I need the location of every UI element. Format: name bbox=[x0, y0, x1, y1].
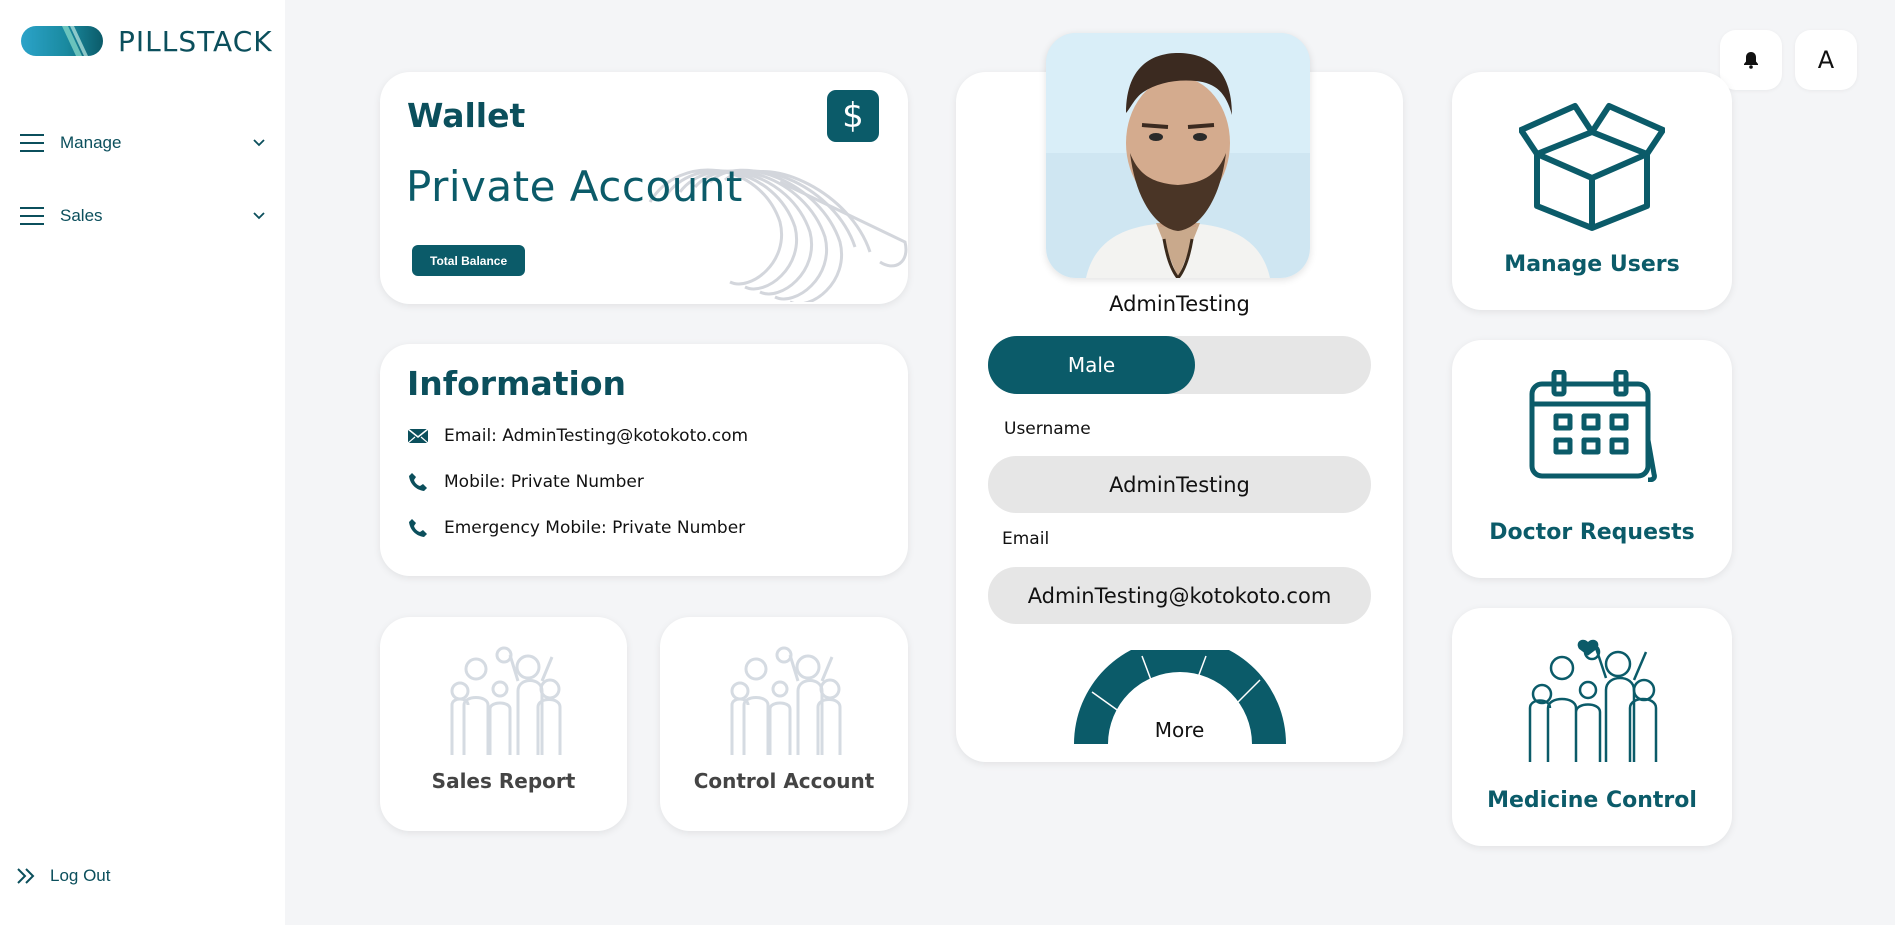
mobile-text: Mobile: Private Number bbox=[444, 472, 644, 492]
sidebar-item-label: Sales bbox=[60, 206, 103, 225]
sidebar-item-manage[interactable]: Manage bbox=[20, 125, 265, 161]
sidebar: PILLSTACK Manage Sales Log Out bbox=[0, 0, 285, 925]
gender-selected[interactable]: Male bbox=[988, 336, 1195, 394]
medicine-control-label: Medicine Control bbox=[1487, 788, 1697, 813]
sidebar-item-sales[interactable]: Sales bbox=[20, 198, 265, 234]
account-type: Private Account bbox=[406, 162, 743, 211]
email-field[interactable]: AdminTesting@kotokoto.com bbox=[988, 567, 1371, 624]
sales-report-label: Sales Report bbox=[431, 769, 576, 793]
information-card: Information Email: AdminTesting@kotokoto… bbox=[380, 344, 908, 576]
wallet-card: Wallet $ Private Account Total Balance bbox=[380, 72, 908, 304]
doctor-requests-card[interactable]: Doctor Requests bbox=[1452, 340, 1732, 578]
bell-icon bbox=[1744, 52, 1758, 69]
logout-button[interactable]: Log Out bbox=[16, 866, 111, 886]
menu-icon bbox=[20, 134, 44, 152]
doctor-requests-label: Doctor Requests bbox=[1489, 520, 1695, 545]
dollar-icon[interactable]: $ bbox=[827, 90, 879, 142]
phone-icon bbox=[409, 473, 427, 491]
manage-users-card[interactable]: Manage Users bbox=[1452, 72, 1732, 310]
wallet-title: Wallet bbox=[407, 96, 526, 135]
person-photo-icon bbox=[1046, 33, 1310, 278]
avatar-letter: A bbox=[1817, 46, 1835, 74]
gender-toggle[interactable]: Male bbox=[988, 336, 1371, 394]
people-group-icon bbox=[730, 646, 842, 755]
more-button[interactable]: More bbox=[956, 718, 1403, 742]
brand-name: PILLSTACK bbox=[118, 24, 273, 58]
email-row: Email: AdminTesting@kotokoto.com bbox=[408, 426, 748, 446]
total-balance-button[interactable]: Total Balance bbox=[412, 245, 526, 276]
control-account-card[interactable]: Control Account bbox=[660, 617, 908, 831]
profile-name: AdminTesting bbox=[1109, 292, 1250, 316]
emergency-mobile-row: Emergency Mobile: Private Number bbox=[408, 518, 745, 538]
email-label: Email bbox=[1002, 529, 1050, 549]
information-title: Information bbox=[407, 364, 626, 403]
chevron-down-icon bbox=[253, 139, 265, 147]
email-text: Email: AdminTesting@kotokoto.com bbox=[444, 426, 749, 446]
people-group-icon bbox=[1528, 639, 1658, 762]
logout-label: Log Out bbox=[50, 866, 111, 885]
control-account-label: Control Account bbox=[693, 769, 875, 793]
chevron-down-icon bbox=[253, 212, 265, 220]
phone-icon bbox=[409, 519, 427, 537]
user-avatar-button[interactable]: A bbox=[1795, 30, 1857, 90]
notifications-button[interactable] bbox=[1720, 30, 1782, 90]
pillstack-logo-icon bbox=[21, 26, 103, 56]
medicine-control-card[interactable]: Medicine Control bbox=[1452, 608, 1732, 846]
envelope-icon bbox=[408, 429, 428, 443]
emergency-mobile-text: Emergency Mobile: Private Number bbox=[444, 518, 746, 538]
people-group-icon bbox=[450, 646, 561, 755]
manage-users-label: Manage Users bbox=[1504, 252, 1680, 277]
mobile-row: Mobile: Private Number bbox=[408, 472, 644, 492]
brand[interactable]: PILLSTACK bbox=[20, 24, 273, 58]
sidebar-item-label: Manage bbox=[60, 133, 122, 152]
username-field[interactable]: AdminTesting bbox=[988, 456, 1371, 513]
calendar-icon bbox=[1529, 370, 1657, 482]
profile-photo bbox=[1046, 33, 1310, 278]
menu-icon bbox=[20, 207, 44, 225]
double-chevron-right-icon bbox=[17, 868, 35, 884]
username-label: Username bbox=[1004, 419, 1091, 439]
sales-report-card[interactable]: Sales Report bbox=[380, 617, 627, 831]
open-box-icon bbox=[1519, 103, 1665, 231]
